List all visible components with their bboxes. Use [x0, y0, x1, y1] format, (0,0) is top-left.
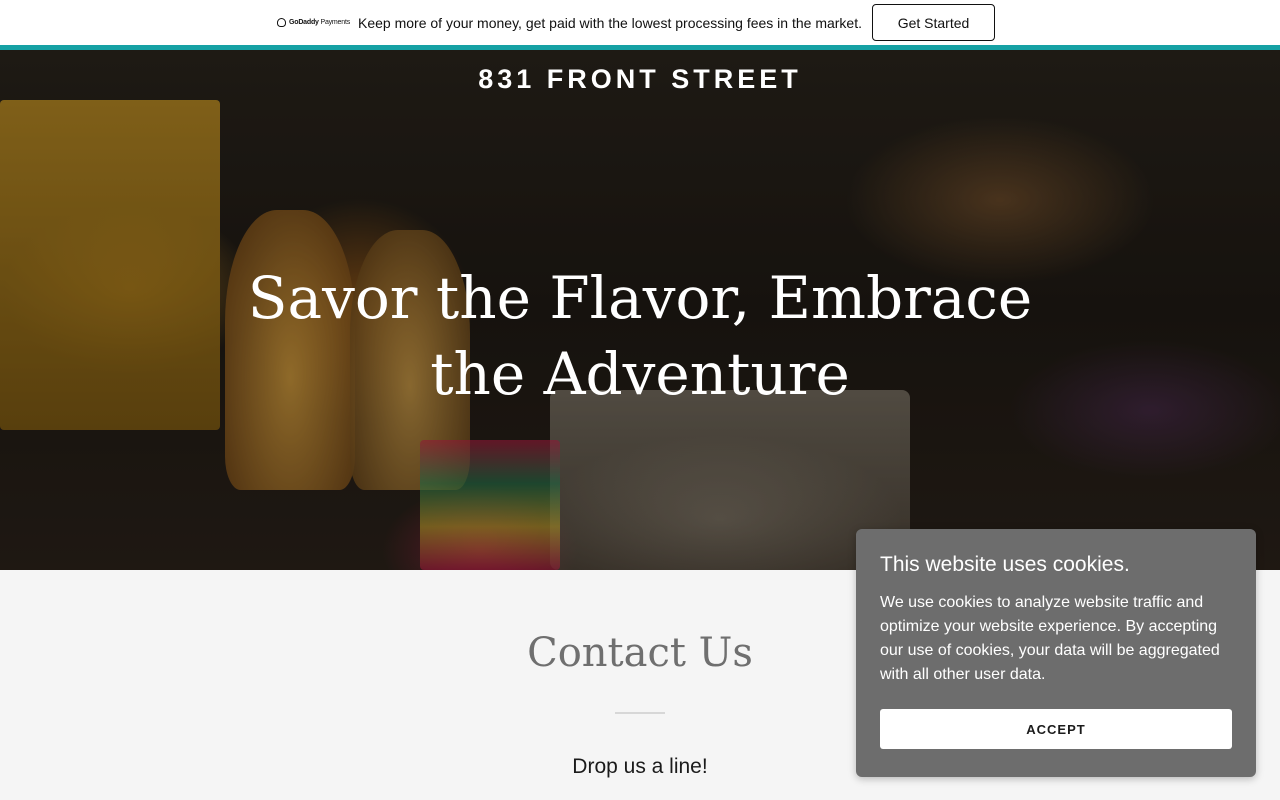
hero-headline: Savor the Flavor, Embrace the Adventure [240, 260, 1040, 412]
godaddy-logo-icon [277, 18, 286, 27]
promo-bar: GoDaddy Payments Keep more of your money… [0, 0, 1280, 45]
hero-section: 831 FRONT STREET Savor the Flavor, Embra… [0, 50, 1280, 570]
hero-headline-line1: Savor the Flavor, Embrace [247, 264, 1033, 332]
hero-headline-line2: the Adventure [430, 340, 850, 408]
get-started-button[interactable]: Get Started [872, 4, 995, 41]
cookie-body: We use cookies to analyze website traffi… [880, 594, 1220, 683]
section-divider [615, 712, 665, 714]
cookie-banner: This website uses cookies. We use cookie… [856, 529, 1256, 777]
logo-text: GoDaddy Payments [289, 19, 350, 26]
accept-cookies-button[interactable]: ACCEPT [880, 709, 1232, 749]
site-title[interactable]: 831 FRONT STREET [0, 64, 1280, 95]
cookie-title: This website uses cookies. [880, 553, 1130, 576]
godaddy-payments-logo: GoDaddy Payments [277, 18, 350, 27]
promo-message: Keep more of your money, get paid with t… [358, 14, 862, 31]
